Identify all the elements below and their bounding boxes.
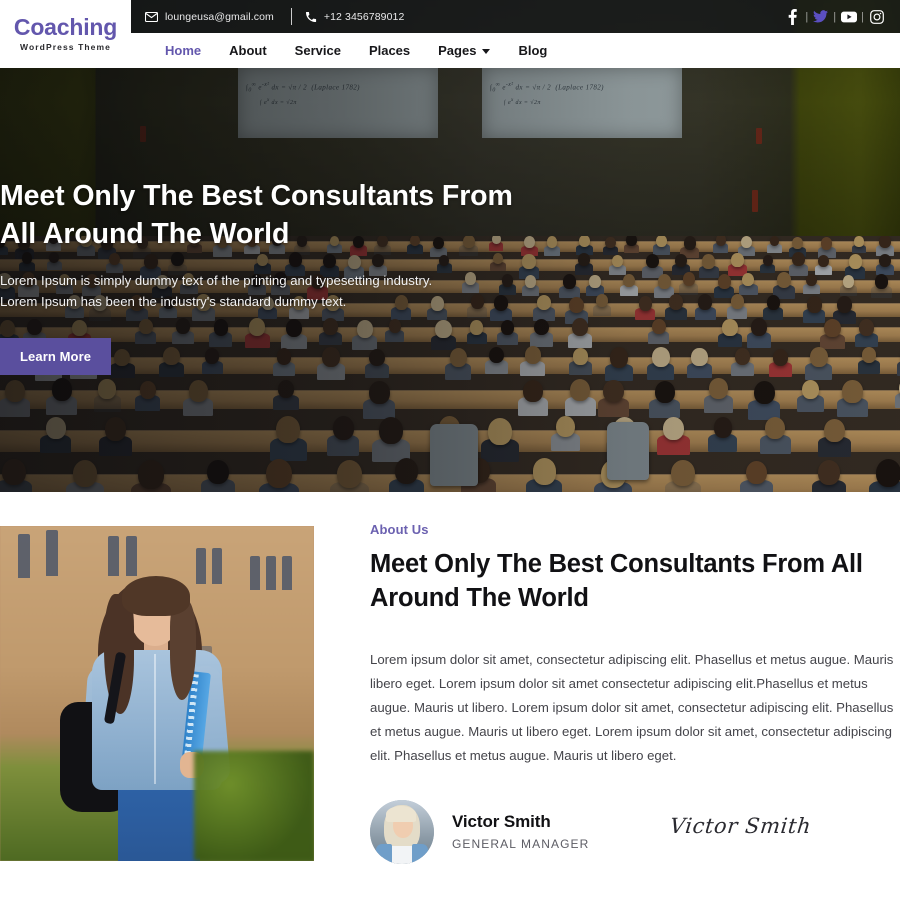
nav-item-pages[interactable]: Pages — [424, 43, 504, 58]
nav-item-home[interactable]: Home — [151, 43, 215, 58]
hero-title-line-1: Meet Only The Best Consultants From — [0, 180, 513, 212]
about-title: Meet Only The Best Consultants From All … — [370, 550, 863, 613]
nav-item-about[interactable]: About — [215, 43, 281, 58]
author-role: GENERAL MANAGER — [452, 837, 590, 852]
avatar-jacket-left — [376, 843, 392, 864]
learn-more-button[interactable]: Learn More — [0, 337, 112, 375]
page-root: ∫0∞ e-x² dx = √π / 2 (Laplace 1782) ∫ ex… — [0, 0, 900, 900]
building-window — [266, 556, 276, 590]
nav-label: Home — [165, 43, 202, 58]
envelope-icon — [145, 11, 158, 22]
social-separator: | — [861, 10, 864, 23]
avatar-hair-front — [386, 805, 416, 822]
hero-description-line-2: Lorem Ipsum has been the industry's stan… — [0, 294, 347, 310]
phone-icon — [305, 11, 317, 23]
figure-jacket-seam — [154, 654, 156, 784]
foliage — [194, 751, 314, 861]
hero-content: Meet Only The Best Consultants From All … — [0, 178, 620, 375]
facebook-icon[interactable] — [782, 8, 803, 25]
about-eyebrow: About Us — [370, 522, 429, 537]
nav-label: About — [229, 43, 267, 58]
logo-title: Coaching — [13, 14, 118, 40]
nav-label: Service — [294, 43, 341, 58]
author-name: Victor Smith — [452, 812, 551, 832]
author-block: Victor Smith GENERAL MANAGER Victor Smit… — [370, 799, 900, 864]
top-bar-divider — [290, 8, 292, 25]
main-navigation-bar: Home About Service Places Pages Blog — [0, 33, 900, 68]
nav-menu-container: Home About Service Places Pages Blog — [131, 33, 900, 68]
social-links: | | | — [782, 8, 900, 25]
youtube-icon[interactable] — [838, 11, 859, 23]
top-bar-strip: loungeusa@gmail.com +12 3456789012 | | | — [131, 0, 900, 33]
about-section: About Us Meet Only The Best Consultants … — [0, 492, 900, 900]
hero-description-line-1: Lorem Ipsum is simply dummy text of the … — [0, 272, 433, 288]
site-logo[interactable]: Coaching WordPress Theme — [0, 0, 131, 68]
nav-label: Pages — [438, 43, 477, 58]
email-text: loungeusa@gmail.com — [165, 10, 274, 23]
phone-text: +12 3456789012 — [323, 10, 405, 23]
building-window — [18, 534, 30, 578]
email-contact[interactable]: loungeusa@gmail.com — [131, 11, 274, 23]
about-image — [0, 526, 314, 861]
building-window — [46, 530, 58, 576]
top-contact-bar: loungeusa@gmail.com +12 3456789012 | | | — [0, 0, 900, 33]
about-content: About Us Meet Only The Best Consultants … — [370, 492, 900, 864]
about-paragraph: Lorem ipsum dolor sit amet, consectetur … — [370, 651, 894, 763]
avatar-jacket-right — [412, 843, 428, 864]
logo-tagline: WordPress Theme — [20, 42, 111, 52]
author-signature: Victor Smith — [668, 813, 813, 838]
twitter-icon[interactable] — [810, 10, 831, 23]
figure-hair-top — [122, 576, 190, 616]
building-window — [282, 556, 292, 590]
nav-item-blog[interactable]: Blog — [504, 43, 561, 58]
avatar — [370, 799, 434, 864]
hero-title: Meet Only The Best Consultants From All … — [0, 178, 620, 254]
social-separator: | — [833, 10, 837, 23]
nav-label: Blog — [518, 43, 548, 58]
phone-contact[interactable]: +12 3456789012 — [305, 11, 405, 23]
social-separator: | — [805, 10, 809, 23]
nav-item-places[interactable]: Places — [355, 43, 424, 58]
nav-menu: Home About Service Places Pages Blog — [131, 43, 561, 58]
nav-label: Places — [368, 43, 411, 58]
hero-title-line-2: All Around The World — [0, 217, 290, 250]
instagram-icon[interactable] — [866, 9, 887, 24]
nav-item-service[interactable]: Service — [281, 43, 355, 58]
chevron-down-icon — [482, 49, 491, 54]
author-meta: Victor Smith GENERAL MANAGER — [452, 812, 589, 851]
hero-description: Lorem Ipsum is simply dummy text of the … — [0, 270, 620, 313]
